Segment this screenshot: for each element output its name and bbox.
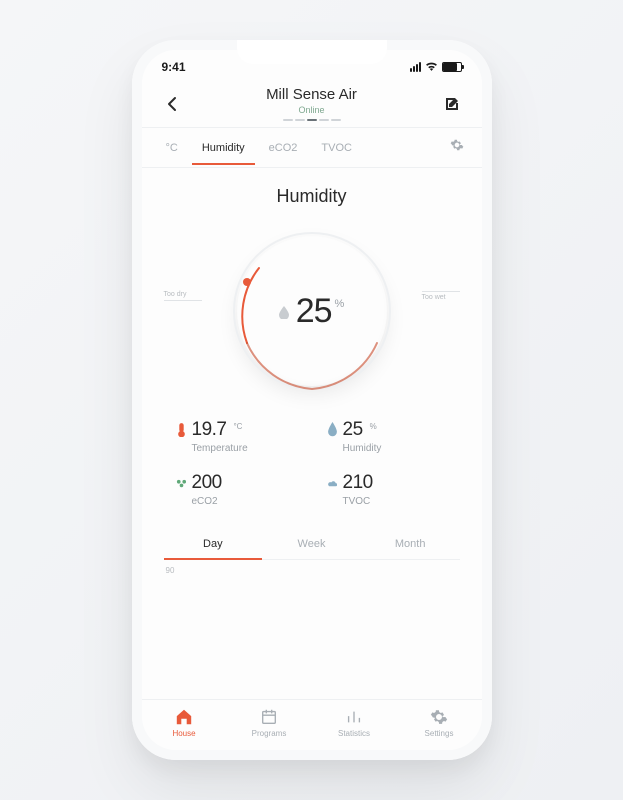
gauge-ring: [229, 228, 395, 394]
status-time: 9:41: [162, 60, 186, 74]
nav-settings[interactable]: Settings: [397, 708, 482, 738]
notch: [237, 40, 387, 64]
nav-label: Statistics: [338, 729, 370, 738]
signal-icon: [410, 62, 421, 72]
page-title: Mill Sense Air: [266, 86, 357, 103]
phone-frame: 9:41 Mill Sense Air Online: [132, 40, 492, 760]
back-button[interactable]: [160, 92, 184, 116]
metric-value: 210: [343, 472, 373, 494]
nav-label: Settings: [425, 729, 454, 738]
nav-label: House: [172, 729, 195, 738]
metric-unit: °C: [233, 422, 242, 431]
gauge-low-label: Too dry: [164, 291, 202, 301]
metric-label: TVOC: [343, 496, 448, 507]
thermometer-icon: [176, 422, 187, 436]
tab-temperature[interactable]: °C: [156, 132, 188, 164]
main-content: Humidity Too dry Too wet 25: [142, 168, 482, 699]
battery-icon: [442, 62, 462, 72]
tab-eco2[interactable]: eCO2: [259, 132, 308, 164]
sensor-tabs: °C Humidity eCO2 TVOC: [142, 127, 482, 168]
page-indicator: [266, 119, 357, 121]
chart-icon: [345, 708, 363, 726]
wifi-icon: [425, 60, 438, 74]
metric-value: 25: [343, 419, 363, 441]
drop-icon: [327, 422, 338, 436]
period-tabs: Day Week Month: [164, 529, 460, 560]
screen: 9:41 Mill Sense Air Online: [142, 50, 482, 750]
metric-temperature[interactable]: 19.7 °C Temperature: [176, 419, 297, 454]
status-right: [410, 60, 462, 74]
home-icon: [175, 708, 193, 726]
period-tab-week[interactable]: Week: [262, 529, 361, 559]
tabs-settings-button[interactable]: [446, 128, 468, 167]
tab-tvoc[interactable]: TVOC: [311, 132, 362, 164]
bottom-nav: House Programs Statistics Settings: [142, 699, 482, 750]
gauge-high-label: Too wet: [422, 291, 460, 301]
gear-icon: [430, 708, 448, 726]
metric-value: 19.7: [192, 419, 227, 441]
calendar-icon: [260, 708, 278, 726]
metric-eco2[interactable]: 200 eCO2: [176, 472, 297, 507]
gauge-marker: [243, 278, 251, 286]
cloud-icon: [327, 475, 338, 489]
metric-unit: %: [370, 422, 377, 431]
nav-house[interactable]: House: [142, 708, 227, 738]
co2-icon: [176, 475, 187, 489]
device-status: Online: [266, 105, 357, 115]
metric-value: 200: [192, 472, 222, 494]
nav-label: Programs: [252, 729, 287, 738]
metrics-grid: 19.7 °C Temperature 25 % Humidity: [164, 401, 460, 523]
nav-statistics[interactable]: Statistics: [312, 708, 397, 738]
metric-label: Temperature: [192, 443, 297, 454]
period-tab-month[interactable]: Month: [361, 529, 460, 559]
metric-tvoc[interactable]: 210 TVOC: [327, 472, 448, 507]
metric-label: eCO2: [192, 496, 297, 507]
chart-y-axis-hint: 90: [164, 560, 460, 575]
metric-humidity[interactable]: 25 % Humidity: [327, 419, 448, 454]
gauge-container: Too dry Too wet 25 %: [164, 221, 460, 401]
section-title: Humidity: [164, 186, 460, 207]
tab-humidity[interactable]: Humidity: [192, 132, 255, 164]
edit-button[interactable]: [440, 92, 464, 116]
humidity-gauge[interactable]: 25 %: [237, 236, 387, 386]
period-tab-day[interactable]: Day: [164, 529, 263, 559]
header-center: Mill Sense Air Online: [266, 86, 357, 121]
app-header: Mill Sense Air Online: [142, 78, 482, 127]
metric-label: Humidity: [343, 443, 448, 454]
nav-programs[interactable]: Programs: [227, 708, 312, 738]
